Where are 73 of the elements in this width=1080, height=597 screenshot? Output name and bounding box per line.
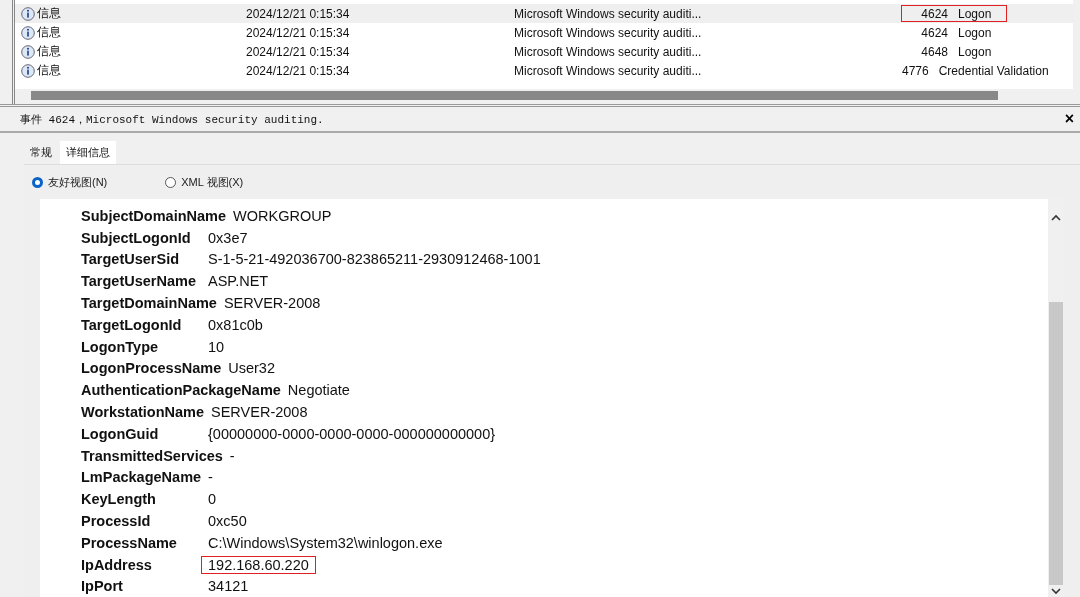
field-value: C:\Windows\System32\winlogon.exe (207, 533, 444, 552)
field-value: 0xc50 (207, 512, 248, 531)
field-name: IpAddress (81, 556, 153, 573)
field-name: AuthenticationPackageName (81, 382, 281, 399)
field-value: 0x81c0b (207, 315, 264, 334)
field-name: WorkstationName (81, 404, 204, 421)
scrollbar-thumb[interactable] (1049, 302, 1063, 585)
event-id-text: 4624 (920, 6, 948, 21)
field-value: 34121 (207, 577, 250, 596)
scroll-down-icon[interactable] (1051, 588, 1061, 595)
field-name: TargetUserName (81, 273, 197, 290)
event-id-text: 4648 (920, 44, 948, 59)
event-title: 事件 4624，Microsoft Windows security auditing. (20, 112, 324, 127)
scroll-up-icon[interactable] (1051, 214, 1061, 221)
info-icon (21, 63, 35, 78)
radio-label: XML 视图(X) (181, 175, 244, 190)
event-row[interactable]: 信息 2024/12/21 0:15:34 Microsoft Windows security auditi... 4624 Logon (15, 4, 1073, 23)
field-value: Negotiate (286, 381, 351, 400)
field-value: 10 (207, 337, 226, 356)
tab[interactable]: 常规 (24, 141, 58, 164)
field-name: TargetUserSid (81, 251, 181, 268)
field-name: LogonGuid (81, 425, 160, 442)
field-name: TargetLogonId (81, 316, 183, 333)
field-name: SubjectLogonId (81, 229, 192, 246)
field-value: - (207, 468, 214, 487)
field-value: WORKGROUP (232, 206, 333, 225)
field-name: SubjectDomainName (81, 207, 227, 224)
field-value: User32 (227, 359, 276, 378)
event-id-text: 4624 (920, 25, 948, 40)
info-icon (21, 6, 35, 21)
field-name: ProcessId (81, 513, 152, 530)
level-text: 信息 (37, 5, 61, 22)
field-name: LogonProcessName (81, 360, 222, 377)
close-button[interactable]: × (1062, 110, 1076, 128)
source-text: Microsoft Windows security auditi... (514, 25, 703, 40)
radio-label: 友好视图(N) (48, 175, 108, 190)
info-icon (21, 25, 35, 40)
category-text: Credential Validation (937, 63, 1049, 78)
level-text: 信息 (37, 24, 61, 41)
field-value: SERVER-2008 (222, 294, 322, 313)
event-id-text: 4776 (902, 63, 929, 78)
level-text: 信息 (37, 43, 61, 60)
field-name: LogonType (81, 338, 160, 355)
date-text: 2024/12/21 0:15:34 (246, 6, 351, 21)
field-value: ASP.NET (207, 272, 270, 291)
field-name: TransmittedServices (81, 447, 223, 464)
date-text: 2024/12/21 0:15:34 (246, 63, 351, 78)
source-text: Microsoft Windows security auditi... (514, 6, 703, 21)
info-icon (21, 44, 35, 59)
date-text: 2024/12/21 0:15:34 (246, 25, 351, 40)
field-name: LmPackageName (81, 469, 202, 486)
field-name: KeyLength (81, 491, 157, 508)
category-text: Logon (957, 44, 992, 59)
date-text: 2024/12/21 0:15:34 (246, 44, 351, 59)
tab[interactable]: 详细信息 (60, 141, 116, 164)
source-text: Microsoft Windows security auditi... (514, 44, 703, 59)
field-name: ProcessName (81, 534, 178, 551)
scrollbar-thumb[interactable] (31, 91, 998, 100)
category-text: Logon (957, 6, 992, 21)
source-text: Microsoft Windows security auditi... (514, 63, 703, 78)
field-value: 0 (207, 490, 218, 509)
field-value: S-1-5-21-492036700-823865211-2930912468-1001 (207, 250, 542, 269)
level-text: 信息 (37, 62, 61, 79)
field-name: TargetDomainName (81, 295, 217, 312)
field-name: IpPort (81, 578, 124, 595)
category-text: Logon (957, 25, 992, 40)
field-value: 0x3e7 (207, 228, 249, 247)
field-value: {00000000-0000-0000-0000-000000000000} (207, 424, 497, 443)
field-value: - (228, 446, 236, 465)
radio-button[interactable] (165, 177, 177, 188)
field-value: 192.168.60.220 (201, 555, 316, 574)
field-value: SERVER-2008 (210, 403, 309, 422)
radio-button[interactable] (32, 177, 43, 188)
